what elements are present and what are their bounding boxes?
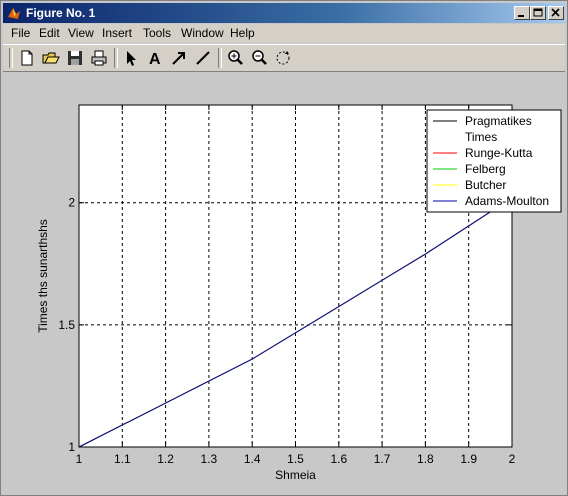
- menu-tools[interactable]: Tools: [143, 26, 171, 40]
- x-tick-label: 1.7: [374, 452, 391, 466]
- x-tick-label: 1.9: [460, 452, 477, 466]
- legend-entry-label: Runge-Kutta: [465, 146, 533, 160]
- figure-toolbar: A: [3, 44, 565, 72]
- x-tick-label: 1.5: [287, 452, 304, 466]
- figure-window: Figure No. 1 File Edit View Insert Tools…: [0, 0, 568, 496]
- matlab-logo-icon: [8, 8, 20, 19]
- menu-view[interactable]: View: [68, 26, 94, 40]
- toolbar-separator: [218, 48, 222, 68]
- insert-line-icon[interactable]: [193, 48, 213, 68]
- insert-text-icon[interactable]: A: [145, 48, 165, 68]
- menu-insert[interactable]: Insert: [102, 26, 132, 40]
- menu-file[interactable]: File: [11, 26, 30, 40]
- save-icon[interactable]: [65, 48, 85, 68]
- y-tick-label: 2: [68, 196, 75, 210]
- menu-edit[interactable]: Edit: [39, 26, 60, 40]
- legend-entry-label: Felberg: [465, 162, 506, 176]
- title-bar[interactable]: Figure No. 1: [3, 3, 565, 23]
- open-file-icon[interactable]: [41, 48, 61, 68]
- minimize-button[interactable]: [514, 6, 530, 20]
- y-tick-label: 1: [68, 440, 75, 454]
- x-tick-label: 1.8: [417, 452, 434, 466]
- x-axis-label: Shmeia: [275, 468, 316, 482]
- maximize-button[interactable]: [530, 6, 546, 20]
- plot-area[interactable]: 1 1.1 1.2 1.3 1.4 1.5 1.6 1.7 1.8 1.9 2 1 1.5 2 Shmeia…: [3, 73, 565, 493]
- zoom-in-icon[interactable]: [225, 48, 245, 68]
- window-title: Figure No. 1: [26, 6, 96, 20]
- menu-window[interactable]: Window: [181, 26, 224, 40]
- toolbar-separator: [114, 48, 118, 68]
- maximize-icon: [533, 8, 543, 17]
- x-tick-label: 1.4: [244, 452, 261, 466]
- y-tick-label: 1.5: [58, 318, 75, 332]
- close-icon: [551, 8, 560, 17]
- print-icon[interactable]: [89, 48, 109, 68]
- legend-entry-label: Pragmatikes: [465, 114, 532, 128]
- x-tick-label: 1.3: [201, 452, 218, 466]
- zoom-out-icon[interactable]: [249, 48, 269, 68]
- new-figure-icon[interactable]: [17, 48, 37, 68]
- x-tick-label: 1: [76, 452, 83, 466]
- y-axis-label: Times ths sunarthshs: [36, 219, 50, 333]
- insert-arrow-icon[interactable]: [169, 48, 189, 68]
- rotate-3d-icon[interactable]: [273, 48, 293, 68]
- x-tick-label: 1.2: [157, 452, 174, 466]
- figure-canvas: 1 1.1 1.2 1.3 1.4 1.5 1.6 1.7 1.8 1.9 2 1 1.5 2 Shmeia…: [3, 73, 565, 493]
- legend-entry-label: Times: [465, 130, 497, 144]
- edit-plot-arrow-icon[interactable]: [121, 48, 141, 68]
- menu-bar: File Edit View Insert Tools Window Help: [3, 24, 565, 43]
- legend-entry-label: Adams-Moulton: [465, 194, 549, 208]
- x-tick-label: 1.1: [114, 452, 131, 466]
- x-tick-label: 2: [509, 452, 516, 466]
- toolbar-grip: [9, 48, 13, 68]
- svg-text:A: A: [149, 51, 161, 68]
- legend-entry-label: Butcher: [465, 178, 506, 192]
- menu-help[interactable]: Help: [230, 26, 255, 40]
- minimize-icon: [518, 15, 524, 17]
- x-tick-label: 1.6: [330, 452, 347, 466]
- close-button[interactable]: [548, 6, 564, 20]
